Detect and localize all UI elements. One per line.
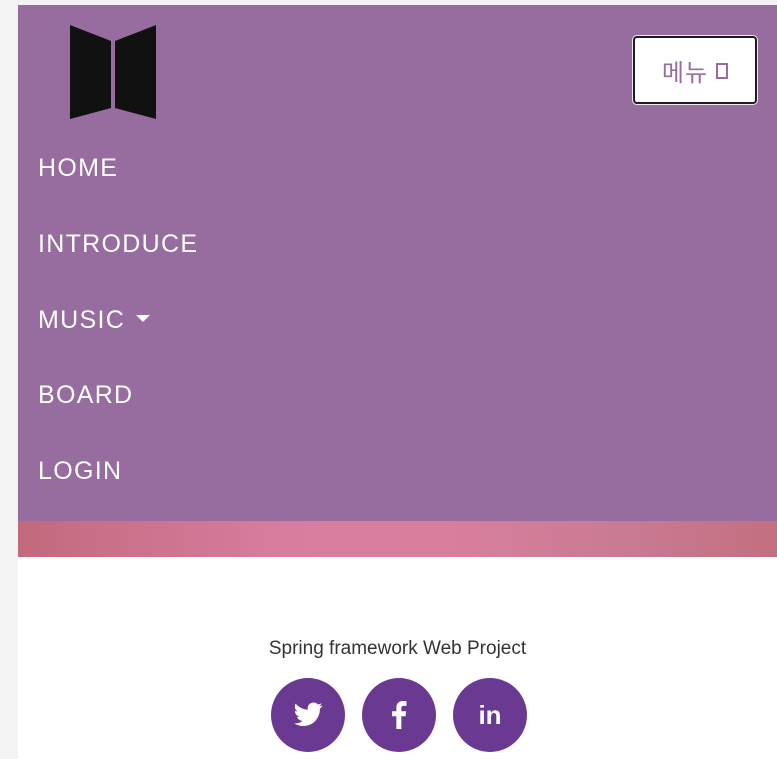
menu-box-icon [716, 63, 729, 79]
navbar: 메뉴 HOME INTRODUCE MUSIC BOARD LOGIN [18, 5, 777, 521]
page: 메뉴 HOME INTRODUCE MUSIC BOARD LOGIN Spri… [18, 5, 777, 759]
nav-item-label: INTRODUCE [38, 230, 199, 258]
nav-item-label: BOARD [38, 381, 134, 409]
caret-down-icon [136, 314, 151, 322]
footer-text: Spring framework Web Project [268, 638, 527, 659]
facebook-button[interactable] [362, 678, 436, 752]
nav-item-home[interactable]: HOME [38, 153, 118, 183]
nav-item-label: HOME [38, 154, 119, 182]
twitter-button[interactable] [271, 678, 345, 752]
facebook-icon [392, 701, 407, 729]
nav-item-label: MUSIC [38, 306, 126, 334]
linkedin-icon: in [478, 699, 502, 730]
nav-item-introduce[interactable]: INTRODUCE [38, 229, 198, 259]
menu-toggle-label: 메뉴 [661, 59, 709, 87]
linkedin-button[interactable]: in [453, 678, 527, 752]
nav-item-label: LOGIN [38, 457, 123, 485]
menu-toggle-button[interactable]: 메뉴 [633, 36, 757, 104]
brand-logo[interactable] [68, 23, 158, 120]
header-accent-band [18, 521, 777, 557]
nav-item-music[interactable]: MUSIC [38, 305, 151, 335]
nav-item-board[interactable]: BOARD [38, 380, 133, 410]
twitter-icon [294, 702, 323, 726]
nav-item-login[interactable]: LOGIN [38, 456, 122, 486]
